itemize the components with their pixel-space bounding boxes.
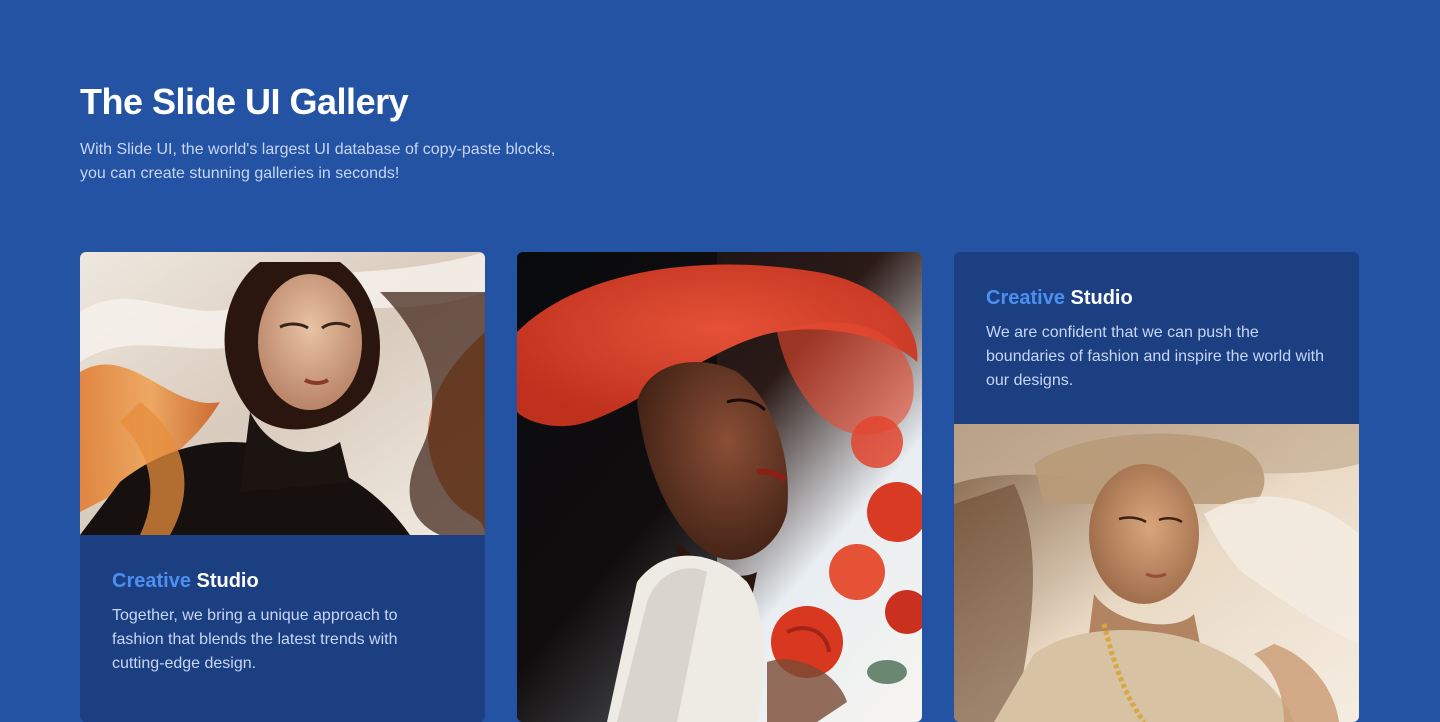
card-heading-3: Creative Studio <box>986 285 1327 311</box>
card-heading-plain: Studio <box>196 570 259 592</box>
card-description-1: Together, we bring a unique approach to … <box>112 607 398 672</box>
gallery-header: The Slide UI Gallery With Slide UI, the … <box>80 80 640 186</box>
card-heading-1: Creative Studio <box>112 568 453 594</box>
gallery-card-3[interactable]: Creative Studio We are confident that we… <box>954 252 1359 722</box>
gallery-card-1[interactable]: Creative Studio Together, we bring a uni… <box>80 252 485 722</box>
gallery-card-2[interactable] <box>517 252 922 722</box>
card-heading-accent: Creative <box>112 570 191 592</box>
page-title: The Slide UI Gallery <box>80 81 409 122</box>
gallery-image-1 <box>80 252 485 535</box>
card-heading-plain: Studio <box>1070 287 1133 309</box>
card-text-panel-1: Creative Studio Together, we bring a uni… <box>80 535 485 722</box>
gallery-image-3 <box>954 424 1359 722</box>
gallery-image-2 <box>517 252 922 722</box>
card-heading-accent: Creative <box>986 287 1065 309</box>
card-text-panel-3: Creative Studio We are confident that we… <box>954 252 1359 424</box>
card-description-3: We are confident that we can push the bo… <box>986 324 1324 389</box>
page-subtitle: With Slide UI, the world's largest UI da… <box>80 141 556 182</box>
gallery-page: The Slide UI Gallery With Slide UI, the … <box>0 0 1440 722</box>
